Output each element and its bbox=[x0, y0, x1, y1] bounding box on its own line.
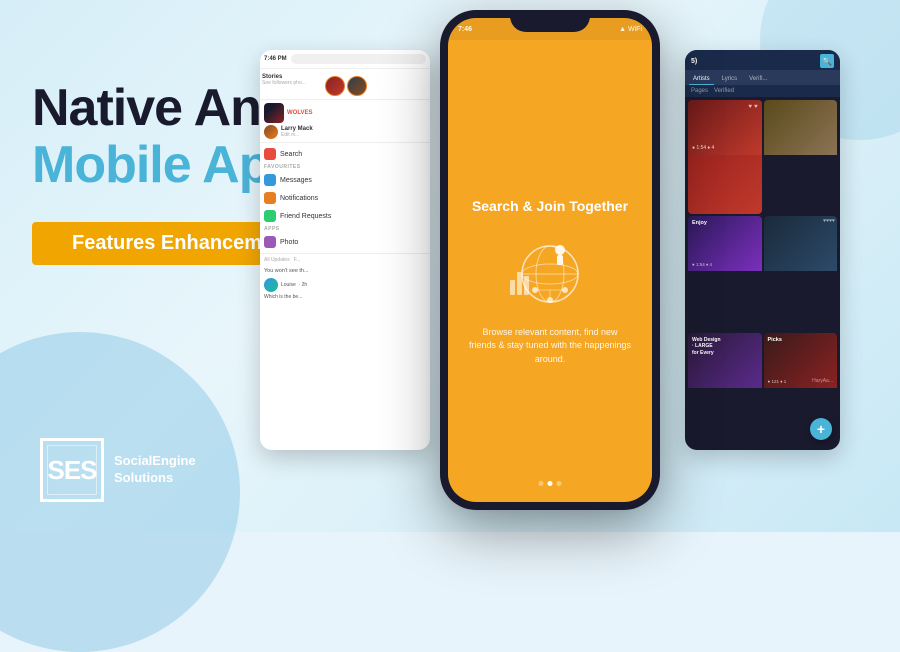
globe-illustration bbox=[500, 230, 600, 310]
music-card-1: ♥ ♥ ● 1:54 ♦ 4 bbox=[688, 100, 762, 214]
left-bg-screen: 7:46 PM Stories See followers pho... WOL… bbox=[260, 50, 430, 450]
right-bg-screen: 5) 🔍 Artists Lyrics Verifi... Pages Veri… bbox=[685, 50, 840, 450]
music-card-webdesign: Web Design· LARGEfor Every bbox=[688, 333, 762, 447]
ses-logo: SES SocialEngine Solutions bbox=[40, 438, 196, 502]
screen-left-header: 7:46 PM bbox=[260, 50, 430, 69]
dot-2 bbox=[548, 481, 553, 486]
ses-inner-box bbox=[47, 445, 97, 495]
phone-screen-desc: Browse relevant content, find new friend… bbox=[468, 326, 632, 367]
fab-button[interactable]: + bbox=[810, 418, 832, 440]
phone-notch bbox=[510, 10, 590, 32]
main-phone: 7:46 ▲ WiFi Search & Join Together bbox=[440, 10, 660, 510]
dot-1 bbox=[539, 481, 544, 486]
ses-company-name: SocialEngine Solutions bbox=[114, 453, 196, 487]
menu-notifications[interactable]: Notifications bbox=[260, 189, 430, 207]
screen-search-bar bbox=[291, 54, 426, 64]
music-tabs: Artists Lyrics Verifi... bbox=[685, 70, 840, 85]
menu-photo[interactable]: Photo bbox=[260, 233, 430, 251]
screen-time: 7:46 PM bbox=[264, 56, 287, 62]
dot-3 bbox=[557, 481, 562, 486]
phone-inner-content: Search & Join Together bbox=[448, 40, 652, 502]
music-card-dance: ♥♥♥♥ bbox=[764, 216, 838, 330]
music-cards-grid: ♥ ♥ ● 1:54 ♦ 4 Enjoy ● 1:54 ♦ 4 bbox=[685, 97, 840, 450]
phone-screen-title: Search & Join Together bbox=[472, 198, 628, 214]
phone-pagination-dots bbox=[539, 481, 562, 486]
menu-section-favourites: Search FAVOURITES Messages Notifications… bbox=[260, 143, 430, 253]
music-card-2 bbox=[764, 100, 838, 214]
menu-messages[interactable]: Messages bbox=[260, 171, 430, 189]
stories-row: Stories See followers pho... bbox=[260, 71, 430, 100]
ses-box: SES bbox=[40, 438, 104, 502]
phone-screen: 7:46 ▲ WiFi Search & Join Together bbox=[448, 18, 652, 502]
menu-search[interactable]: Search bbox=[260, 145, 430, 163]
menu-friend-requests[interactable]: Friend Requests bbox=[260, 207, 430, 225]
music-card-enjoy: Enjoy ● 1:54 ♦ 4 bbox=[688, 216, 762, 330]
phone-area: 7:46 PM Stories See followers pho... WOL… bbox=[260, 10, 840, 520]
right-screen-content: 5) 🔍 Artists Lyrics Verifi... Pages Veri… bbox=[685, 50, 840, 450]
